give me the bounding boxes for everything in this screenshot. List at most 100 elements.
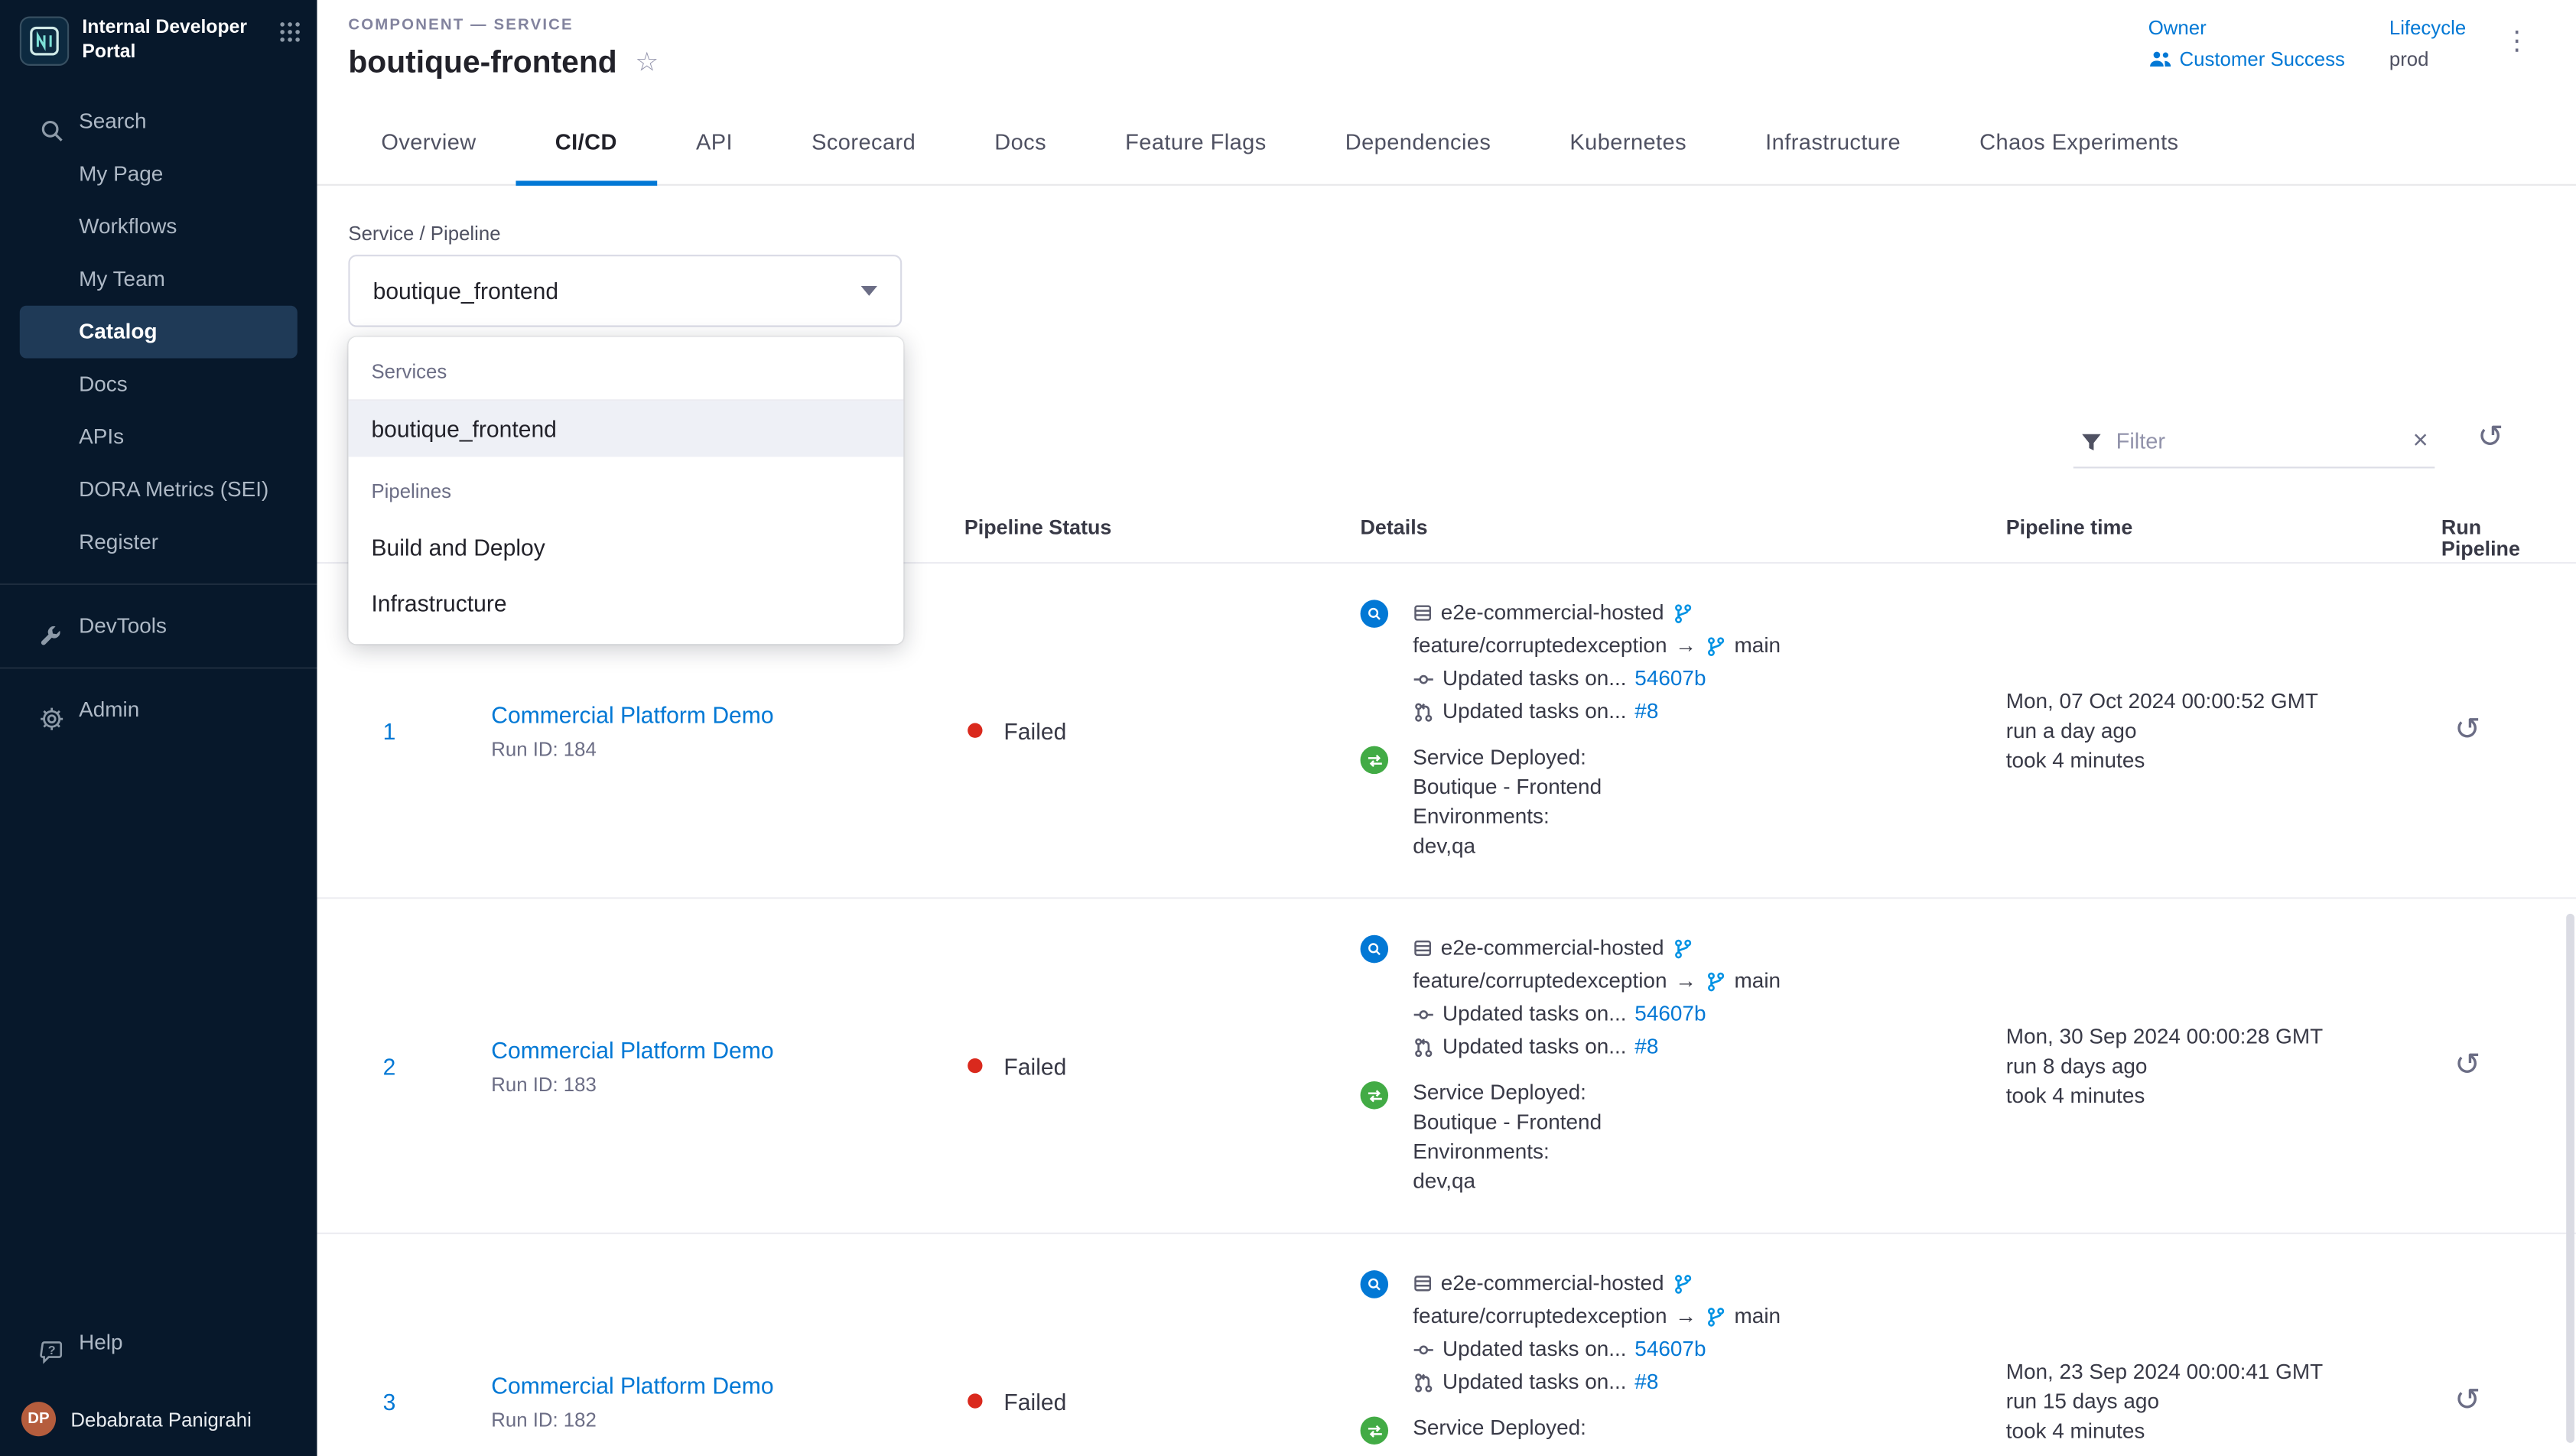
- run-number[interactable]: 1: [383, 717, 396, 743]
- tab-cicd[interactable]: CI/CD: [516, 100, 656, 184]
- commit-link[interactable]: 54607b: [1634, 997, 1706, 1030]
- entity-tabs: Overview CI/CD API Scorecard Docs Featur…: [317, 100, 2576, 186]
- status-cell: Failed: [964, 1388, 1361, 1414]
- pr-line: Updated tasks on... #8: [1413, 695, 1781, 728]
- branch-icon: [1705, 1305, 1726, 1327]
- sidebar-item-workflows[interactable]: Workflows: [20, 200, 298, 253]
- filter-input-wrap: ×: [2073, 416, 2435, 469]
- pipeline-select-dropdown: Services boutique_frontend Pipelines Bui…: [348, 337, 903, 645]
- pull-request-icon: [1413, 1036, 1434, 1058]
- dropdown-option-boutique-frontend[interactable]: boutique_frontend: [348, 401, 903, 457]
- sidebar-item-dora-metrics[interactable]: DORA Metrics (SEI): [20, 463, 298, 516]
- pr-link[interactable]: #8: [1634, 1366, 1658, 1399]
- tab-dependencies[interactable]: Dependencies: [1306, 100, 1530, 184]
- pipeline-select[interactable]: boutique_frontend: [348, 255, 902, 327]
- col-details: Details: [1361, 518, 2006, 539]
- tab-infrastructure[interactable]: Infrastructure: [1726, 100, 1940, 184]
- refresh-icon[interactable]: ↺: [2477, 422, 2503, 453]
- tab-chaos-experiments[interactable]: Chaos Experiments: [1940, 100, 2218, 184]
- lifecycle-block: Lifecycle prod: [2389, 16, 2466, 70]
- portal-title: Internal Developer Portal: [82, 16, 275, 65]
- commit-link[interactable]: 54607b: [1634, 1333, 1706, 1366]
- sidebar-item-search[interactable]: Search: [20, 96, 298, 148]
- repo-line: e2e-commercial-hosted: [1413, 596, 1781, 629]
- sidebar-item-my-team[interactable]: My Team: [20, 253, 298, 306]
- gear-icon: [40, 697, 66, 723]
- deploy-envs: dev,qa: [1413, 1167, 1602, 1197]
- dropdown-option-build-and-deploy[interactable]: Build and Deploy: [348, 519, 903, 575]
- deploy-env-label: Environments:: [1413, 802, 1602, 832]
- deploy-block: Service Deployed: Boutique - Frontend En…: [1413, 743, 1602, 861]
- run-pipeline-button[interactable]: ↺: [2454, 1381, 2480, 1417]
- svg-text:?: ?: [48, 1343, 56, 1357]
- status-cell: Failed: [964, 717, 1361, 743]
- favorite-star-icon[interactable]: ☆: [635, 51, 659, 77]
- branch-icon: [1705, 635, 1726, 657]
- pipeline-link[interactable]: Commercial Platform Demo: [491, 1371, 773, 1397]
- dropdown-group-pipelines: Pipelines: [348, 457, 903, 519]
- ci-stage-icon: [1361, 935, 1389, 964]
- tab-feature-flags[interactable]: Feature Flags: [1086, 100, 1306, 184]
- run-id: Run ID: 182: [491, 1408, 964, 1431]
- run-id: Run ID: 183: [491, 1072, 964, 1095]
- pr-link[interactable]: #8: [1634, 695, 1658, 728]
- owner-link[interactable]: Customer Success: [2148, 47, 2345, 70]
- owner-label[interactable]: Owner: [2148, 16, 2345, 39]
- app-grid-icon[interactable]: [279, 21, 301, 51]
- commit-link[interactable]: 54607b: [1634, 662, 1706, 695]
- deploy-title: Service Deployed:: [1413, 743, 1602, 772]
- lifecycle-label[interactable]: Lifecycle: [2389, 16, 2466, 39]
- col-pipeline-status: Pipeline Status: [964, 518, 1361, 539]
- tab-docs[interactable]: Docs: [955, 100, 1086, 184]
- people-icon: [2148, 49, 2171, 69]
- branch-flow-line: feature/corruptedexception → main: [1413, 1300, 1781, 1333]
- dropdown-option-infrastructure[interactable]: Infrastructure: [348, 575, 903, 631]
- pr-link[interactable]: #8: [1634, 1030, 1658, 1063]
- main-panel: COMPONENT — SERVICE boutique-frontend ☆ …: [317, 0, 2576, 1456]
- cicd-content: Service / Pipeline boutique_frontend Ser…: [317, 186, 2576, 1456]
- arrow-right-icon: →: [1675, 629, 1696, 662]
- pipeline-time-cell: Mon, 07 Oct 2024 00:00:52 GMT run a day …: [2006, 686, 2441, 775]
- commit-icon: [1413, 668, 1434, 690]
- owner-block: Owner Customer Success: [2148, 16, 2345, 70]
- user-profile[interactable]: DP Debabrata Panigrahi: [0, 1386, 317, 1440]
- more-options-icon[interactable]: ⋮: [2504, 24, 2530, 57]
- sidebar-item-my-page[interactable]: My Page: [20, 148, 298, 200]
- wrench-icon: [40, 614, 66, 640]
- pipeline-link[interactable]: Commercial Platform Demo: [491, 701, 773, 727]
- sidebar-item-help[interactable]: ? Help: [20, 1316, 298, 1369]
- sidebar-item-catalog[interactable]: Catalog: [20, 306, 298, 359]
- ci-stage-icon: [1361, 1270, 1389, 1298]
- sidebar-item-admin[interactable]: Admin: [20, 684, 298, 736]
- search-icon: [40, 109, 66, 135]
- run-number[interactable]: 2: [383, 1052, 396, 1078]
- tab-kubernetes[interactable]: Kubernetes: [1530, 100, 1726, 184]
- sidebar-item-register[interactable]: Register: [20, 516, 298, 569]
- sidebar: Internal Developer Portal Search My Page…: [0, 0, 317, 1456]
- run-number[interactable]: 3: [383, 1388, 396, 1414]
- arrow-right-icon: →: [1675, 1300, 1696, 1333]
- filter-input[interactable]: [2116, 429, 2400, 453]
- run-pipeline-button[interactable]: ↺: [2454, 1046, 2480, 1082]
- tab-overview[interactable]: Overview: [342, 100, 516, 184]
- sidebar-item-docs[interactable]: Docs: [20, 358, 298, 411]
- tab-scorecard[interactable]: Scorecard: [772, 100, 955, 184]
- commit-line: Updated tasks on... 54607b: [1413, 997, 1781, 1030]
- sidebar-divider: [0, 583, 317, 585]
- dropdown-group-services: Services: [348, 337, 903, 401]
- pull-request-icon: [1413, 701, 1434, 723]
- avatar: DP: [21, 1402, 56, 1436]
- scrollbar-thumb[interactable]: [2566, 914, 2574, 1443]
- failed-status-dot: [968, 1058, 982, 1073]
- run-pipeline-button[interactable]: ↺: [2454, 710, 2480, 746]
- details-cell: e2e-commercial-hosted feature/corruptede…: [1361, 1234, 2006, 1456]
- tab-api[interactable]: API: [656, 100, 772, 184]
- user-name: Debabrata Panigrahi: [70, 1408, 251, 1431]
- pipeline-link[interactable]: Commercial Platform Demo: [491, 1036, 773, 1062]
- sidebar-item-devtools[interactable]: DevTools: [20, 600, 298, 652]
- sidebar-item-apis[interactable]: APIs: [20, 411, 298, 463]
- commit-line: Updated tasks on... 54607b: [1413, 1333, 1781, 1366]
- deploy-block: Service Deployed: Boutique - Frontend En…: [1413, 1078, 1602, 1197]
- repository-icon: [1413, 1273, 1433, 1293]
- clear-filter-icon[interactable]: ×: [2413, 428, 2428, 454]
